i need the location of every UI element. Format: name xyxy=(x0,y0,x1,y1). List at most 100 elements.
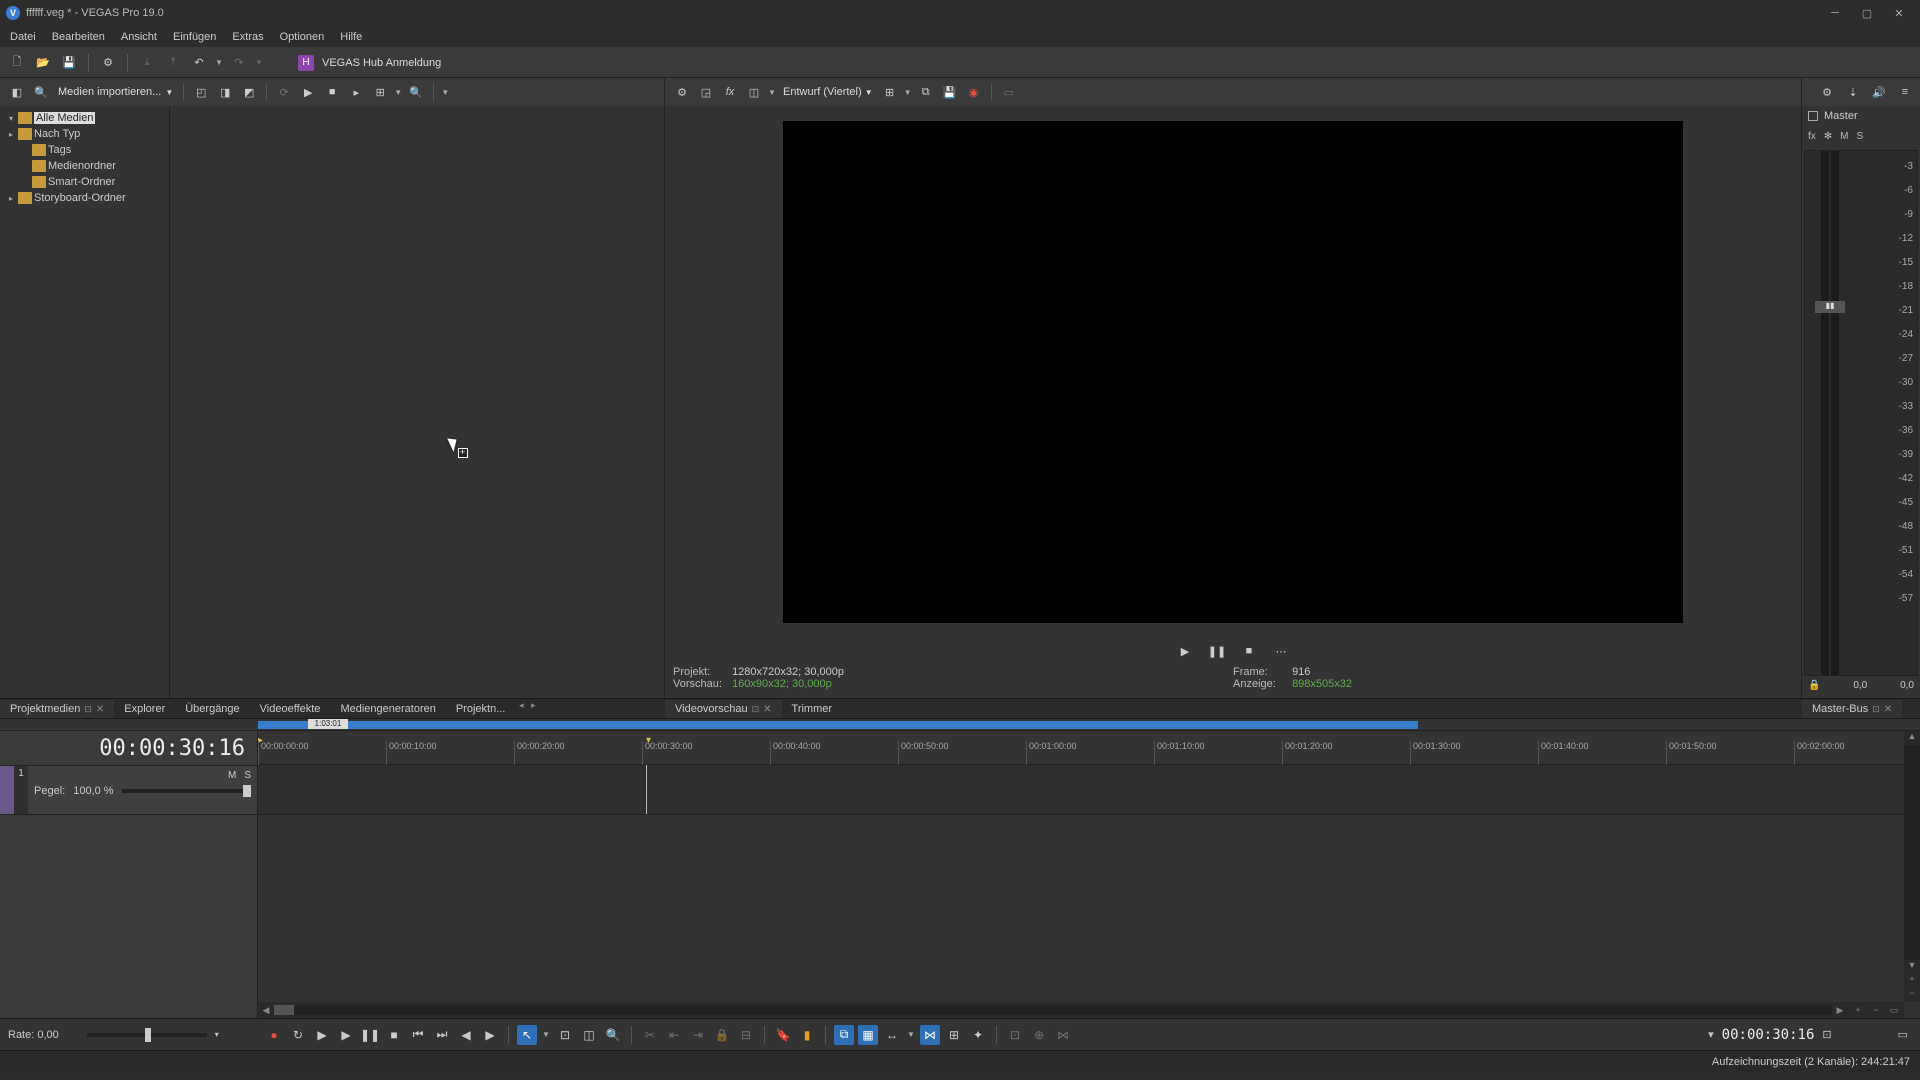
master-lock-icon[interactable]: 🔒 xyxy=(1808,680,1820,698)
tab-nav-right[interactable]: ▸ xyxy=(527,700,539,718)
stop-button[interactable]: ■ xyxy=(384,1025,404,1045)
sort-dropdown[interactable]: ▼ xyxy=(440,88,450,97)
menu-bearbeiten[interactable]: Bearbeiten xyxy=(44,28,113,46)
next-frame-button[interactable]: ▶ xyxy=(480,1025,500,1045)
quantize-button[interactable]: ▦ xyxy=(858,1025,878,1045)
tab-projektmedien[interactable]: Projektmedien⊡✕ xyxy=(0,700,114,718)
save-project-icon[interactable]: 💾 xyxy=(58,52,80,74)
timeline-ruler[interactable]: ▸ ▾ 00:00:00:0000:00:10:0000:00:20:0000:… xyxy=(258,731,1920,765)
vscroll-down[interactable]: ▼ xyxy=(1904,960,1920,974)
split-button[interactable]: ✂ xyxy=(640,1025,660,1045)
menu-ansicht[interactable]: Ansicht xyxy=(113,28,165,46)
tree-smart-ordner[interactable]: Smart-Ordner xyxy=(2,174,167,190)
timeline-timecode[interactable]: 00:00:30:16 xyxy=(99,736,245,761)
menu-datei[interactable]: Datei xyxy=(2,28,44,46)
preview-external-icon[interactable]: ◲ xyxy=(695,81,717,103)
redo-dropdown[interactable]: ▼ xyxy=(254,58,264,67)
selection-tool[interactable]: ⊡ xyxy=(555,1025,575,1045)
view-mode-icon[interactable]: ⊞ xyxy=(369,81,391,103)
edit-tool-dropdown[interactable]: ▼ xyxy=(541,1030,551,1039)
hub-icon[interactable]: H xyxy=(298,55,314,71)
hscroll-left[interactable]: ◀ xyxy=(258,1005,274,1016)
bottom-timecode[interactable]: 00:00:30:16 xyxy=(1722,1027,1815,1043)
master-meters-icon[interactable]: ≡ xyxy=(1894,81,1916,103)
tree-tags[interactable]: Tags xyxy=(2,142,167,158)
preview-quality-dropdown[interactable]: Entwurf (Viertel) ▼ xyxy=(779,86,877,98)
tab-projektnotizen[interactable]: Projektn... xyxy=(446,700,516,718)
tab-videovorschau[interactable]: Videovorschau⊡✕ xyxy=(665,700,782,718)
stop-media-icon[interactable]: ■ xyxy=(321,81,343,103)
go-end-button[interactable]: ⏭ xyxy=(432,1025,452,1045)
vzoom-in[interactable]: + xyxy=(1904,974,1920,988)
master-dim-icon[interactable]: ⇣ xyxy=(1842,81,1864,103)
go-start-button[interactable]: ⏮ xyxy=(408,1025,428,1045)
autoplay-icon[interactable]: ▸ xyxy=(345,81,367,103)
master-mute-button[interactable]: M xyxy=(1840,131,1848,142)
ignore-grouping-button[interactable]: ⊞ xyxy=(944,1025,964,1045)
menu-extras[interactable]: Extras xyxy=(224,28,271,46)
tc-lock-icon[interactable]: ⊡ xyxy=(1822,1028,1831,1041)
hzoom-fit[interactable]: ▭ xyxy=(1886,1005,1902,1016)
vscroll-track[interactable] xyxy=(1904,745,1920,960)
view-mode-dropdown[interactable]: ▼ xyxy=(393,88,403,97)
loop-region[interactable] xyxy=(258,721,1418,729)
preview-stop-button[interactable]: ■ xyxy=(1238,640,1260,662)
copy-snapshot-icon[interactable]: ⧉ xyxy=(915,81,937,103)
nested-button[interactable]: ⊡ xyxy=(1005,1025,1025,1045)
redo-icon[interactable]: ↷ xyxy=(228,52,250,74)
pegel-slider[interactable] xyxy=(122,789,251,793)
zoom-tool[interactable]: 🔍 xyxy=(603,1025,623,1045)
media-drop-area[interactable] xyxy=(170,106,664,698)
record-button[interactable]: ● xyxy=(264,1025,284,1045)
tab-explorer[interactable]: Explorer xyxy=(114,700,175,718)
normal-edit-tool[interactable]: ↖ xyxy=(517,1025,537,1045)
snap-button[interactable]: ⧉ xyxy=(834,1025,854,1045)
open-project-icon[interactable]: 📂 xyxy=(32,52,54,74)
track-grab-handle[interactable] xyxy=(0,766,14,814)
settings-icon[interactable]: ⚙ xyxy=(97,52,119,74)
maximize-timeline-button[interactable]: ▭ xyxy=(1898,1028,1908,1041)
auto-ripple-button[interactable]: ↔ xyxy=(882,1025,902,1045)
hscroll-track[interactable] xyxy=(274,1005,1832,1015)
tree-medienordner[interactable]: Medienordner xyxy=(2,158,167,174)
tree-storyboard[interactable]: ▸Storyboard-Ordner xyxy=(2,190,167,206)
tree-nach-typ[interactable]: ▸Nach Typ xyxy=(2,126,167,142)
play-start-button[interactable]: ▶ xyxy=(312,1025,332,1045)
get-media-icon[interactable]: ◨ xyxy=(214,81,236,103)
upload-icon[interactable]: ⤒ xyxy=(162,52,184,74)
master-solo-button[interactable]: S xyxy=(1857,131,1864,142)
remove-media-icon[interactable]: ◧ xyxy=(6,81,28,103)
hzoom-out[interactable]: − xyxy=(1868,1005,1884,1016)
preview-settings-icon[interactable]: ⚙ xyxy=(671,81,693,103)
add-missing-button[interactable]: ⊕ xyxy=(1029,1025,1049,1045)
search-media-icon[interactable]: 🔍 xyxy=(405,81,427,103)
hscroll-thumb[interactable] xyxy=(274,1005,294,1015)
master-fx-button[interactable]: fx xyxy=(1808,131,1816,142)
loop-button[interactable]: ↻ xyxy=(288,1025,308,1045)
pause-button[interactable]: ❚❚ xyxy=(360,1025,380,1045)
undo-dropdown[interactable]: ▼ xyxy=(214,58,224,67)
preview-split-icon[interactable]: ◫ xyxy=(743,81,765,103)
new-project-icon[interactable]: 🗋 xyxy=(6,52,28,74)
rate-reset-icon[interactable]: ▾ xyxy=(215,1030,219,1039)
refresh-icon[interactable]: ⟳ xyxy=(273,81,295,103)
region-button[interactable]: ▮ xyxy=(797,1025,817,1045)
hub-label[interactable]: VEGAS Hub Anmeldung xyxy=(322,57,441,69)
preview-pause-button[interactable]: ❚❚ xyxy=(1206,640,1228,662)
tab-ubergange[interactable]: Übergänge xyxy=(175,700,249,718)
maximize-button[interactable]: ▢ xyxy=(1852,3,1882,23)
tc-toggle-icon[interactable]: ▭ xyxy=(998,81,1020,103)
lock-button[interactable]: 🔒 xyxy=(712,1025,732,1045)
envelope-tool[interactable]: ◫ xyxy=(579,1025,599,1045)
group-button[interactable]: ⊟ xyxy=(736,1025,756,1045)
hscroll-right[interactable]: ▶ xyxy=(1832,1005,1848,1016)
track-header[interactable]: 1 M S Pegel: 100,0 % xyxy=(0,765,257,815)
undo-icon[interactable]: ↶ xyxy=(188,52,210,74)
hzoom-in[interactable]: + xyxy=(1850,1005,1866,1016)
prev-frame-button[interactable]: ◀ xyxy=(456,1025,476,1045)
tab-mediengeneratoren[interactable]: Mediengeneratoren xyxy=(330,700,445,718)
rate-slider[interactable] xyxy=(87,1033,207,1037)
trim-end-button[interactable]: ⇥ xyxy=(688,1025,708,1045)
auto-crossfade-button[interactable]: ⋈ xyxy=(920,1025,940,1045)
tree-alle-medien[interactable]: ▾Alle Medien xyxy=(2,110,167,126)
